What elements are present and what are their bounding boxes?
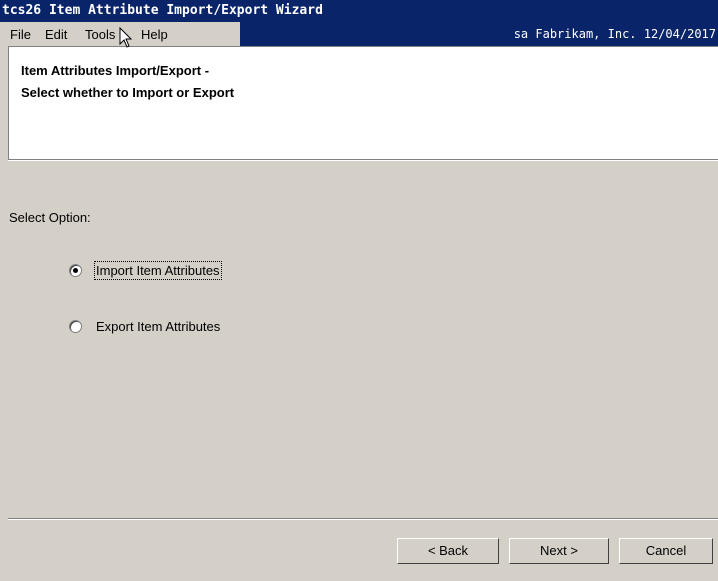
footer-divider-highlight bbox=[8, 519, 718, 520]
menu-file[interactable]: File bbox=[10, 27, 31, 42]
menu-bar: File Edit Tools Help sa Fabrikam, Inc. 1… bbox=[0, 22, 718, 46]
import-option-label[interactable]: Import Item Attributes bbox=[94, 261, 222, 280]
user-company-date-status: sa Fabrikam, Inc. 12/04/2017 bbox=[240, 22, 718, 46]
menu-edit[interactable]: Edit bbox=[45, 27, 67, 42]
header-title: Item Attributes Import/Export - bbox=[21, 63, 210, 78]
wizard-header: Item Attributes Import/Export - Select w… bbox=[8, 46, 718, 159]
menu-tools[interactable]: Tools bbox=[85, 27, 115, 42]
menu-help[interactable]: Help bbox=[141, 27, 168, 42]
select-option-label: Select Option: bbox=[9, 210, 91, 225]
window-title: tcs26 Item Attribute Import/Export Wizar… bbox=[0, 0, 718, 22]
header-divider-highlight bbox=[8, 160, 718, 161]
radio-selected-dot bbox=[73, 268, 78, 273]
export-radio[interactable] bbox=[69, 320, 82, 333]
header-subtitle: Select whether to Import or Export bbox=[21, 85, 235, 100]
mouse-pointer-icon bbox=[119, 27, 133, 48]
cancel-button[interactable]: Cancel bbox=[619, 538, 713, 564]
back-button[interactable]: < Back bbox=[397, 538, 499, 564]
export-option-label[interactable]: Export Item Attributes bbox=[96, 319, 220, 334]
next-button[interactable]: Next > bbox=[509, 538, 609, 564]
import-radio[interactable] bbox=[69, 264, 82, 277]
